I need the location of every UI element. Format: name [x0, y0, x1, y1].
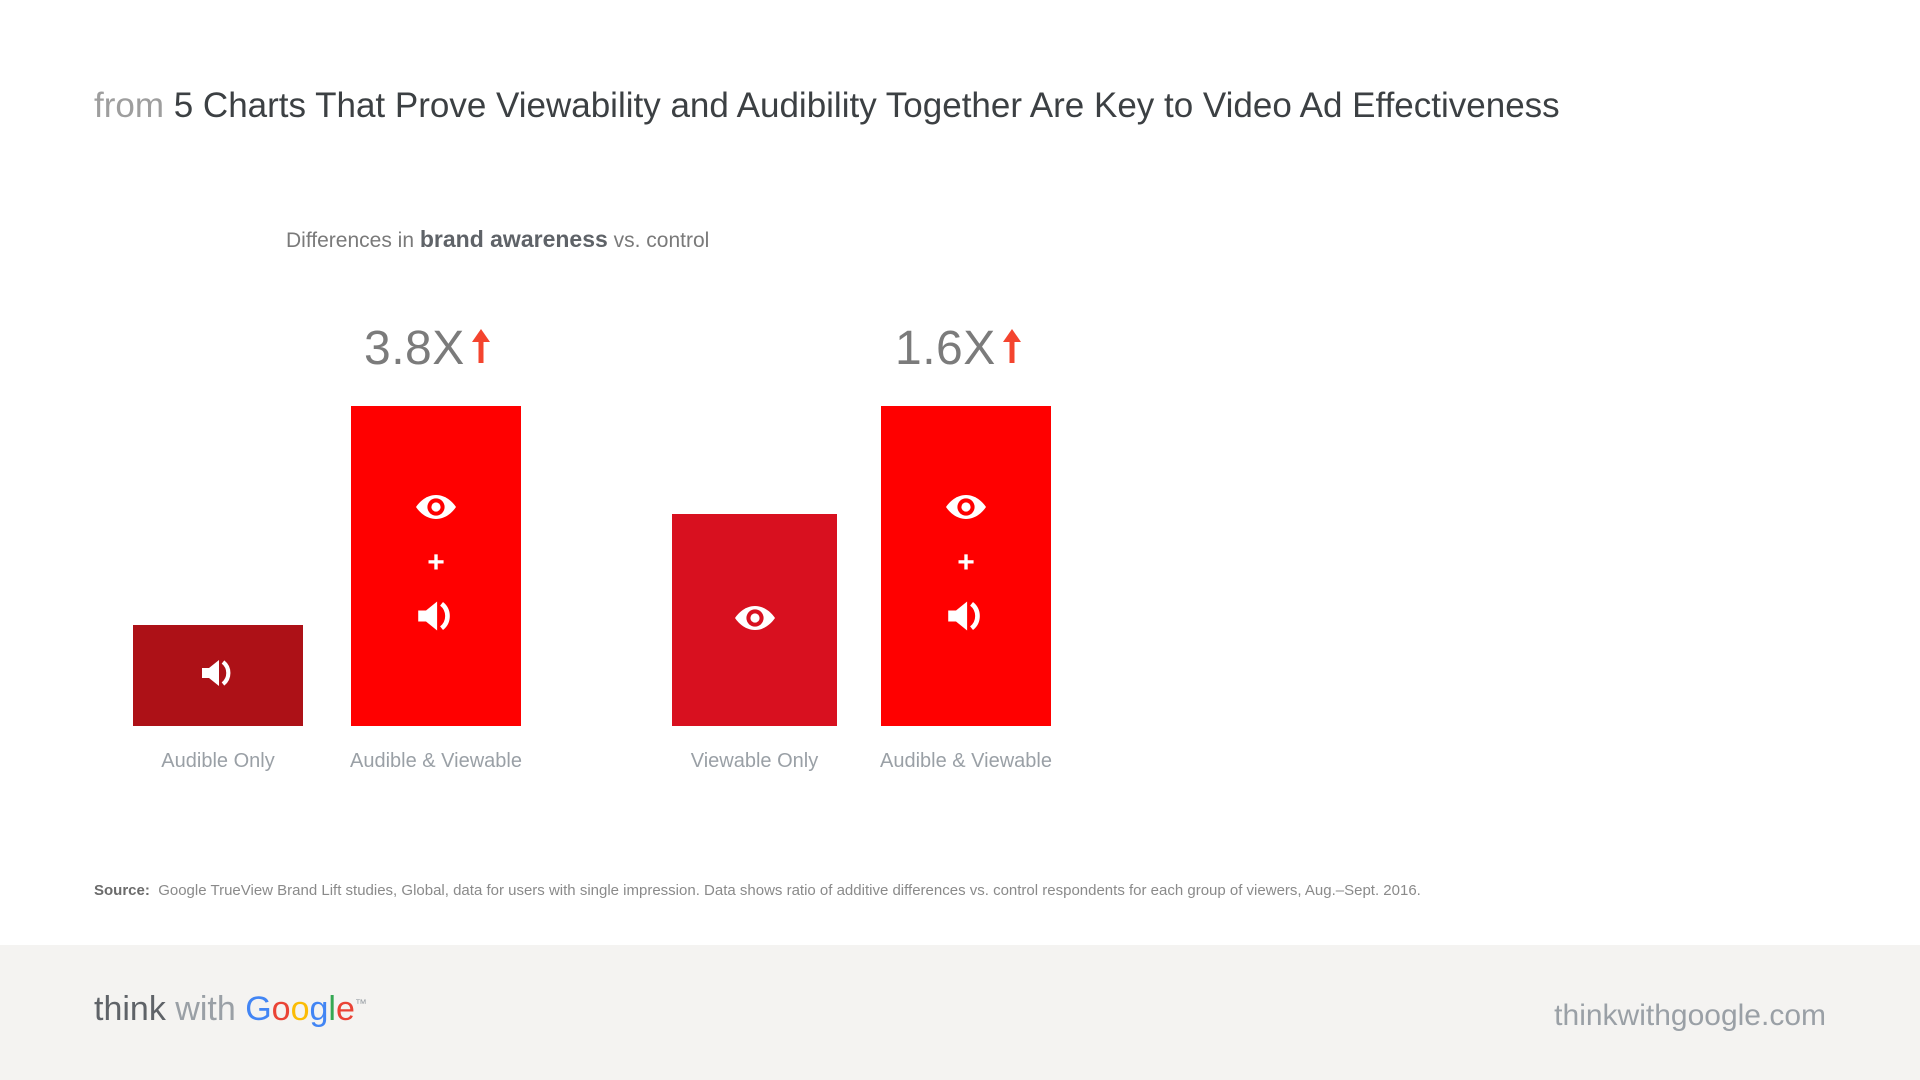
bar-icon-stack	[672, 514, 837, 726]
bar-label-audible-and-viewable-right: Audible & Viewable	[880, 750, 1052, 772]
multiplier-callout-group-1: 3.8X	[364, 325, 491, 373]
eye-icon	[415, 493, 457, 526]
bar-viewable-only[interactable]	[672, 514, 837, 726]
arrow-up-icon	[471, 328, 491, 369]
bar-audible-and-viewable-left[interactable]: +	[351, 406, 521, 726]
logo-google-o2: o	[290, 990, 310, 1028]
bar-icon-stack: +	[881, 406, 1051, 726]
logo-google-l: l	[328, 990, 336, 1028]
bar-label-viewable-only: Viewable Only	[690, 750, 819, 772]
multiplier-value-2: 1.6X	[895, 322, 996, 375]
bar-audible-and-viewable-right[interactable]: +	[881, 406, 1051, 726]
logo-with: with	[175, 990, 236, 1028]
multiplier-value-1: 3.8X	[364, 322, 465, 375]
plus-icon: +	[957, 546, 975, 579]
plus-icon: +	[427, 546, 445, 579]
logo-google-g1: G	[245, 990, 272, 1028]
arrow-up-icon	[1002, 328, 1022, 369]
multiplier-callout-group-2: 1.6X	[895, 325, 1022, 373]
logo-think: think	[94, 990, 166, 1028]
source-text: Google TrueView Brand Lift studies, Glob…	[158, 882, 1421, 899]
eye-icon	[734, 604, 776, 637]
source-label: Source:	[94, 882, 150, 899]
bar-icon-stack: +	[351, 406, 521, 726]
logo-google-o1: o	[271, 990, 291, 1028]
logo-google-e: e	[335, 990, 355, 1028]
bar-label-audible-and-viewable-left: Audible & Viewable	[350, 750, 522, 772]
speaker-icon	[200, 657, 236, 694]
logo-google-g2: g	[309, 990, 329, 1028]
think-with-google-logo[interactable]: think with Google™	[94, 992, 367, 1026]
bar-label-audible-only: Audible Only	[161, 750, 275, 772]
logo-trademark: ™	[354, 996, 367, 1011]
bar-audible-only[interactable]	[133, 625, 303, 726]
speaker-icon	[946, 598, 986, 639]
eye-icon	[945, 493, 987, 526]
footer-website-url[interactable]: thinkwithgoogle.com	[1554, 999, 1826, 1033]
bar-icon-stack	[133, 625, 303, 726]
speaker-icon	[416, 598, 456, 639]
bar-chart: 3.8X 1.6X Audible Only + Audible & Viewa…	[0, 0, 1920, 1080]
source-note: Source: Google TrueView Brand Lift studi…	[94, 882, 1421, 899]
